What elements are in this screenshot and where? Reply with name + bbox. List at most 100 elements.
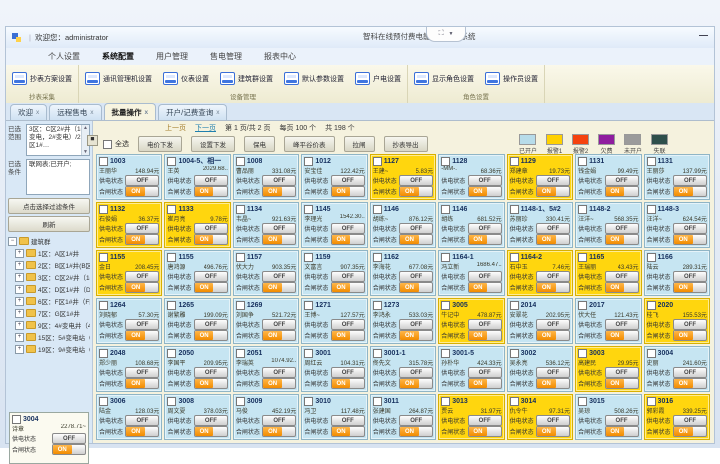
gate-toggle-on[interactable]: ON [468, 234, 502, 245]
supply-toggle-off[interactable]: OFF [262, 175, 296, 186]
tree-item[interactable]: +6区：F区1#井（F区 [8, 295, 90, 307]
card-checkbox[interactable] [167, 253, 176, 262]
meter-card[interactable]: 3003高建民29.95元供电状态OFF合闸状态ON [575, 346, 641, 392]
supply-toggle-off[interactable]: OFF [468, 175, 502, 186]
ribbon-button[interactable]: 建筑群设置 [218, 70, 275, 87]
meter-card[interactable]: 3002吴永亮536.12元供电状态OFF合闸状态ON [507, 346, 573, 392]
meter-card[interactable]: 1271王博~127.57元供电状态OFF合闸状态ON [301, 298, 367, 344]
meter-card[interactable]: 1131钱金娟99.49元供电状态OFF合闸状态ON [575, 154, 641, 200]
supply-toggle-off[interactable]: OFF [331, 271, 365, 282]
supply-toggle-off[interactable]: OFF [536, 415, 570, 426]
ribbon-button[interactable]: 仪表设置 [161, 70, 211, 87]
card-checkbox[interactable] [441, 397, 450, 406]
selected-range-listbox[interactable]: 3区：C区2#井（1#变电，2#变电）/2区1#… ▲▼ [26, 124, 90, 156]
select-all-checkbox[interactable] [103, 140, 112, 149]
supply-toggle-off[interactable]: OFF [605, 175, 639, 186]
meter-card[interactable]: 2051李瑞英1074.92..供电状态OFF合闸状态ON [233, 346, 299, 392]
gate-toggle-on[interactable]: ON [468, 330, 502, 341]
gate-toggle-on[interactable]: ON [331, 330, 365, 341]
card-checkbox[interactable] [373, 301, 382, 310]
meter-card[interactable]: 3001周红云104.31元供电状态OFF合闸状态ON [301, 346, 367, 392]
scroll-up-icon[interactable]: ▲ [83, 125, 88, 131]
card-checkbox[interactable] [647, 397, 656, 406]
supply-toggle-off[interactable]: OFF [673, 223, 707, 234]
gate-toggle-on[interactable]: ON [536, 426, 570, 437]
gate-toggle-on[interactable]: ON [262, 330, 296, 341]
supply-toggle-off[interactable]: OFF [331, 175, 365, 186]
supply-toggle-off[interactable]: OFF [673, 271, 707, 282]
ribbon-button[interactable]: 抄表方案设置 [10, 70, 74, 87]
tab-close-icon[interactable]: x [36, 109, 39, 116]
ribbon-button[interactable]: 显示角色设置 [412, 70, 476, 87]
meter-card[interactable]: 1134韦晶~921.63元供电状态OFF合闸状态ON [233, 202, 299, 248]
meter-card[interactable]: 3001-5孙朴华424.33元供电状态OFF合闸状态ON [438, 346, 504, 392]
card-checkbox[interactable] [99, 301, 108, 310]
gate-toggle-on[interactable]: ON [605, 282, 639, 293]
gate-toggle-on[interactable]: ON [331, 426, 365, 437]
supply-toggle-off[interactable]: OFF [262, 367, 296, 378]
gate-toggle-on[interactable]: ON [399, 378, 433, 389]
meter-card[interactable]: 3008周文夏378.03元供电状态OFF合闸状态ON [164, 394, 230, 440]
card-checkbox[interactable] [99, 157, 108, 166]
card-checkbox[interactable] [647, 301, 656, 310]
ribbon-button[interactable]: 默认参数设置 [282, 70, 346, 87]
meter-card[interactable]: 2017伏大任121.43元供电状态OFF合闸状态ON [575, 298, 641, 344]
meter-card[interactable]: 2050李国平209.95元供电状态OFF合闸状态ON [164, 346, 230, 392]
supply-toggle-off[interactable]: OFF [331, 319, 365, 330]
meter-card[interactable]: 1157伏大力903.35元供电状态OFF合闸状态ON [233, 250, 299, 296]
meter-card[interactable]: 3015吴琼508.26元供电状态OFF合闸状态ON [575, 394, 641, 440]
batch-action-button[interactable]: 保电 [244, 136, 275, 152]
batch-action-button[interactable]: 抄表导出 [384, 136, 428, 152]
collapse-icon[interactable]: − [8, 237, 17, 246]
expand-icon[interactable]: + [15, 297, 24, 306]
expand-icon[interactable]: + [15, 333, 24, 342]
card-checkbox[interactable] [99, 253, 108, 262]
meter-card[interactable]: 1159文富言907.35元供电状态OFF合闸状态ON [301, 250, 367, 296]
gate-toggle-on[interactable]: ON [399, 186, 433, 197]
gate-toggle-on[interactable]: ON [331, 282, 365, 293]
document-tab[interactable]: 欢迎x [10, 104, 47, 120]
supply-toggle-off[interactable]: OFF [125, 175, 159, 186]
dropdown-icon[interactable]: ▼ [448, 31, 453, 37]
document-tab[interactable]: 远程售电x [49, 104, 101, 120]
document-tab[interactable]: 开户/记费查询x [158, 104, 227, 120]
supply-toggle-off[interactable]: OFF [331, 223, 365, 234]
card-checkbox[interactable] [373, 157, 382, 166]
card-checkbox[interactable] [167, 301, 176, 310]
minimize-button[interactable]: — [699, 30, 708, 40]
card-checkbox[interactable] [510, 253, 519, 262]
meter-card[interactable]: 1131王丽莎137.99元供电状态OFF合闸状态ON [644, 154, 710, 200]
gate-toggle-on[interactable]: ON [536, 186, 570, 197]
tree-item[interactable]: +19区：9#变电站（9 [8, 343, 90, 355]
supply-toggle-off[interactable]: OFF [605, 271, 639, 282]
batch-action-button[interactable]: 峰平谷价表 [284, 136, 335, 152]
expand-icon[interactable]: + [15, 345, 24, 354]
meter-card[interactable]: 3011张建国264.87元供电状态OFF合闸状态ON [370, 394, 436, 440]
tree-item[interactable]: +15区：5#变电站（3# [8, 331, 90, 343]
meter-card[interactable]: 1008曹品丽331.08元供电状态OFF合闸状态ON [233, 154, 299, 200]
card-checkbox[interactable] [441, 253, 450, 262]
gate-toggle-on[interactable]: ON [52, 444, 86, 455]
gate-toggle-on[interactable]: ON [536, 330, 570, 341]
gate-toggle-on[interactable]: ON [125, 234, 159, 245]
menu-item[interactable]: 系统配置 [102, 51, 134, 62]
supply-toggle-off[interactable]: OFF [331, 415, 365, 426]
card-checkbox[interactable] [578, 397, 587, 406]
gate-toggle-on[interactable]: ON [399, 330, 433, 341]
card-checkbox[interactable] [167, 205, 176, 214]
gate-toggle-on[interactable]: ON [262, 426, 296, 437]
card-checkbox[interactable] [441, 349, 450, 358]
tree-item[interactable]: +7区：G区1#井 [8, 307, 90, 319]
supply-toggle-off[interactable]: OFF [673, 175, 707, 186]
meter-card[interactable]: 1132石俊娟36.37元供电状态OFF合闸状态ON [96, 202, 162, 248]
meter-card[interactable]: 3014仇令牛97.31元供电状态OFF合闸状态ON [507, 394, 573, 440]
supply-toggle-off[interactable]: OFF [468, 223, 502, 234]
gate-toggle-on[interactable]: ON [194, 234, 228, 245]
supply-toggle-off[interactable]: OFF [52, 433, 86, 444]
card-checkbox[interactable] [578, 253, 587, 262]
ribbon-button[interactable]: 操作员设置 [483, 70, 540, 87]
supply-toggle-off[interactable]: OFF [194, 223, 228, 234]
card-checkbox[interactable] [236, 157, 245, 166]
supply-toggle-off[interactable]: OFF [536, 175, 570, 186]
supply-toggle-off[interactable]: OFF [468, 367, 502, 378]
